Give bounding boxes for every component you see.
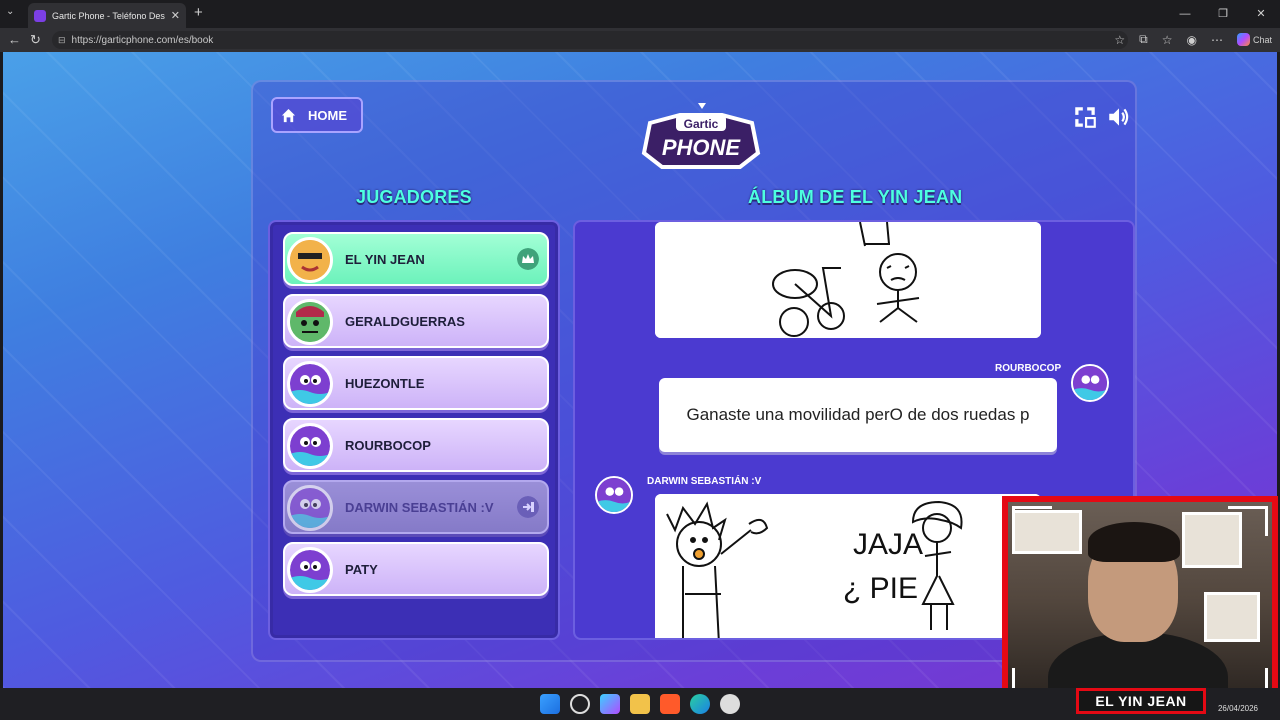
person-hair xyxy=(1088,522,1180,562)
corner-bracket xyxy=(1228,506,1268,536)
url-bar[interactable]: ⊟ https://garticphone.com/es/book xyxy=(52,31,1128,49)
obs-icon[interactable] xyxy=(720,694,740,714)
player-name: DARWIN SEBASTIÁN :V xyxy=(345,499,494,515)
browser-tools: ☆ ⧉ ☆ ◉ ⋯ Chat xyxy=(1114,32,1272,47)
chat-label: Chat xyxy=(1252,34,1272,45)
browser-tab[interactable]: Gartic Phone - Teléfono Descompuesto ✕ xyxy=(28,3,186,28)
copilot-chat-button[interactable]: Chat xyxy=(1236,33,1272,46)
player-card[interactable]: ROURBOCOP xyxy=(283,418,549,472)
back-icon[interactable]: ← xyxy=(8,32,21,48)
address-toolbar: ← ↻ ⊟ https://garticphone.com/es/book ☆ … xyxy=(0,28,1280,52)
avatar xyxy=(1071,364,1109,402)
window-controls: — ❐ ✕ xyxy=(1166,0,1280,28)
favorite-star-icon[interactable]: ☆ xyxy=(1114,33,1125,47)
player-card[interactable]: HUEZONTLE xyxy=(283,356,549,410)
tab-title: Gartic Phone - Teléfono Descompuesto xyxy=(52,10,165,21)
favorites-icon[interactable]: ☆ xyxy=(1162,33,1173,47)
players-list: EL YIN JEAN GERALDGUERRAS HUEZONTLE ROUR… xyxy=(268,220,560,640)
svg-text:PHONE: PHONE xyxy=(662,135,742,160)
wall-frame xyxy=(1204,592,1260,642)
brave-browser-icon[interactable] xyxy=(660,694,680,714)
copilot-app-icon[interactable] xyxy=(600,694,620,714)
avatar xyxy=(287,485,333,531)
players-title: JUGADORES xyxy=(356,187,472,207)
svg-text:Gartic: Gartic xyxy=(684,117,719,131)
fullscreen-icon[interactable] xyxy=(1072,104,1098,130)
close-tab-icon[interactable]: ✕ xyxy=(171,9,180,22)
phrase-card: Ganaste una movilidad perO de dos ruedas… xyxy=(659,378,1057,452)
album-title: ÁLBUM DE EL YIN JEAN xyxy=(748,187,963,207)
player-name: HUEZONTLE xyxy=(345,375,425,391)
gartic-favicon-icon xyxy=(34,9,46,22)
tab-list-icon[interactable]: ⌄ xyxy=(6,6,14,17)
player-name: GERALDGUERRAS xyxy=(345,313,465,329)
player-name: EL YIN JEAN xyxy=(345,251,425,267)
player-card[interactable]: PATY xyxy=(283,542,549,596)
file-explorer-icon[interactable] xyxy=(630,694,650,714)
player-name: ROURBOCOP xyxy=(345,437,431,453)
avatar xyxy=(287,361,333,407)
minimize-button[interactable]: — xyxy=(1166,0,1204,28)
exit-icon xyxy=(517,496,539,518)
avatar xyxy=(287,299,333,345)
drawing-text-jaja: JAJA xyxy=(853,528,923,561)
new-tab-button[interactable]: + xyxy=(194,4,203,21)
search-icon[interactable] xyxy=(570,694,590,714)
site-info-icon[interactable]: ⊟ xyxy=(58,35,66,46)
avatar xyxy=(287,423,333,469)
url-text: https://garticphone.com/es/book xyxy=(71,34,214,46)
phrase-author: ROURBOCOP xyxy=(995,363,1062,374)
webcam-overlay xyxy=(1002,496,1278,708)
streamer-name-tag: EL YIN JEAN xyxy=(1076,688,1206,714)
volume-icon[interactable] xyxy=(1106,104,1132,130)
corner-bracket xyxy=(1012,506,1052,536)
windows-start-icon[interactable] xyxy=(540,694,560,714)
crown-icon xyxy=(517,248,539,270)
browser-tab-bar: ⌄ Gartic Phone - Teléfono Descompuesto ✕… xyxy=(0,0,1280,28)
restore-button[interactable]: ❐ xyxy=(1204,0,1242,28)
player-card[interactable]: EL YIN JEAN xyxy=(283,232,549,286)
player-card[interactable]: DARWIN SEBASTIÁN :V xyxy=(283,480,549,534)
more-menu-icon[interactable]: ⋯ xyxy=(1211,33,1223,47)
system-tray: 26/04/2026 xyxy=(1218,704,1258,713)
close-window-button[interactable]: ✕ xyxy=(1242,0,1280,28)
drawing-card-1 xyxy=(655,222,1041,338)
profile-icon[interactable]: ◉ xyxy=(1187,33,1197,47)
copilot-icon xyxy=(1236,33,1250,46)
player-card[interactable]: GERALDGUERRAS xyxy=(283,294,549,348)
drawing-text-pie: ¿ PIE xyxy=(843,572,918,605)
edge-browser-icon[interactable] xyxy=(690,694,710,714)
taskbar-icons xyxy=(540,694,740,714)
date-text: 26/04/2026 xyxy=(1217,704,1258,713)
home-icon xyxy=(281,108,296,122)
reload-icon[interactable]: ↻ xyxy=(30,32,41,48)
avatar xyxy=(287,237,333,283)
extensions-icon[interactable]: ⧉ xyxy=(1139,32,1148,47)
player-name: PATY xyxy=(345,561,378,577)
home-button[interactable]: HOME xyxy=(271,97,363,133)
home-label: HOME xyxy=(308,107,347,123)
drawing-author: DARWIN SEBASTIÁN :V xyxy=(647,476,762,487)
gartic-phone-logo: Gartic PHONE xyxy=(641,103,761,169)
avatar xyxy=(287,547,333,593)
drawing-card-2: JAJA ¿ PIE xyxy=(655,494,1041,638)
avatar xyxy=(595,476,633,514)
